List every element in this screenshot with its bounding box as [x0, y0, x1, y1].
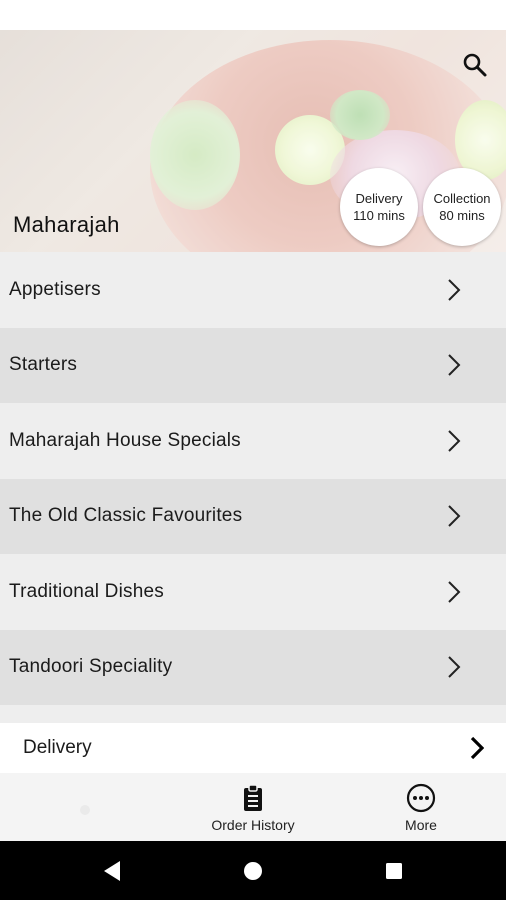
category-row-classic-favourites[interactable]: The Old Classic Favourites — [0, 478, 506, 554]
chevron-right-icon — [434, 647, 474, 687]
tab-order-history[interactable]: Order History — [170, 773, 336, 841]
category-list: Appetisers Starters Maharajah House Spec… — [0, 252, 506, 705]
chevron-right-icon — [462, 733, 492, 763]
search-icon[interactable] — [462, 52, 488, 78]
category-row-traditional-dishes[interactable]: Traditional Dishes — [0, 554, 506, 630]
category-row-starters[interactable]: Starters — [0, 327, 506, 403]
category-row-house-specials[interactable]: Maharajah House Specials — [0, 403, 506, 479]
list-spacer — [0, 705, 506, 723]
delivery-time-badge: Delivery 110 mins — [340, 168, 418, 246]
tab-menu[interactable] — [0, 773, 170, 841]
category-row-tandoori-speciality[interactable]: Tandoori Speciality — [0, 629, 506, 705]
chevron-right-icon — [434, 421, 474, 461]
menu-tab-icon — [73, 799, 97, 829]
more-dots-icon — [406, 783, 436, 813]
bottom-tab-bar: Order History More — [0, 773, 506, 841]
back-triangle-icon[interactable] — [100, 859, 124, 883]
category-row-appetisers[interactable]: Appetisers — [0, 252, 506, 328]
status-bar — [0, 0, 506, 30]
category-label: The Old Classic Favourites — [9, 505, 243, 527]
collection-badge-label: Collection — [433, 191, 491, 206]
category-label: Tandoori Speciality — [9, 656, 173, 678]
chevron-right-icon — [434, 496, 474, 536]
clipboard-icon — [242, 783, 264, 813]
order-mode-label: Delivery — [23, 737, 92, 758]
home-circle-icon[interactable] — [241, 859, 265, 883]
android-nav-bar — [0, 841, 506, 900]
order-mode-selector[interactable]: Delivery — [0, 723, 506, 773]
category-label: Traditional Dishes — [9, 580, 164, 602]
collection-time-badge: Collection 80 mins — [423, 168, 501, 246]
chevron-right-icon — [434, 572, 474, 612]
tab-more[interactable]: More — [336, 773, 506, 841]
category-label: Appetisers — [9, 278, 101, 300]
collection-badge-time: 80 mins — [439, 208, 485, 223]
category-label: Maharajah House Specials — [9, 429, 241, 451]
delivery-badge-label: Delivery — [355, 191, 403, 206]
category-label: Starters — [9, 354, 78, 376]
tab-more-label: More — [405, 817, 437, 833]
chevron-right-icon — [434, 345, 474, 385]
recent-square-icon[interactable] — [382, 859, 406, 883]
restaurant-name: Maharajah — [13, 212, 120, 237]
tab-order-history-label: Order History — [211, 817, 295, 833]
delivery-badge-time: 110 mins — [353, 208, 405, 223]
chevron-right-icon — [434, 270, 474, 310]
